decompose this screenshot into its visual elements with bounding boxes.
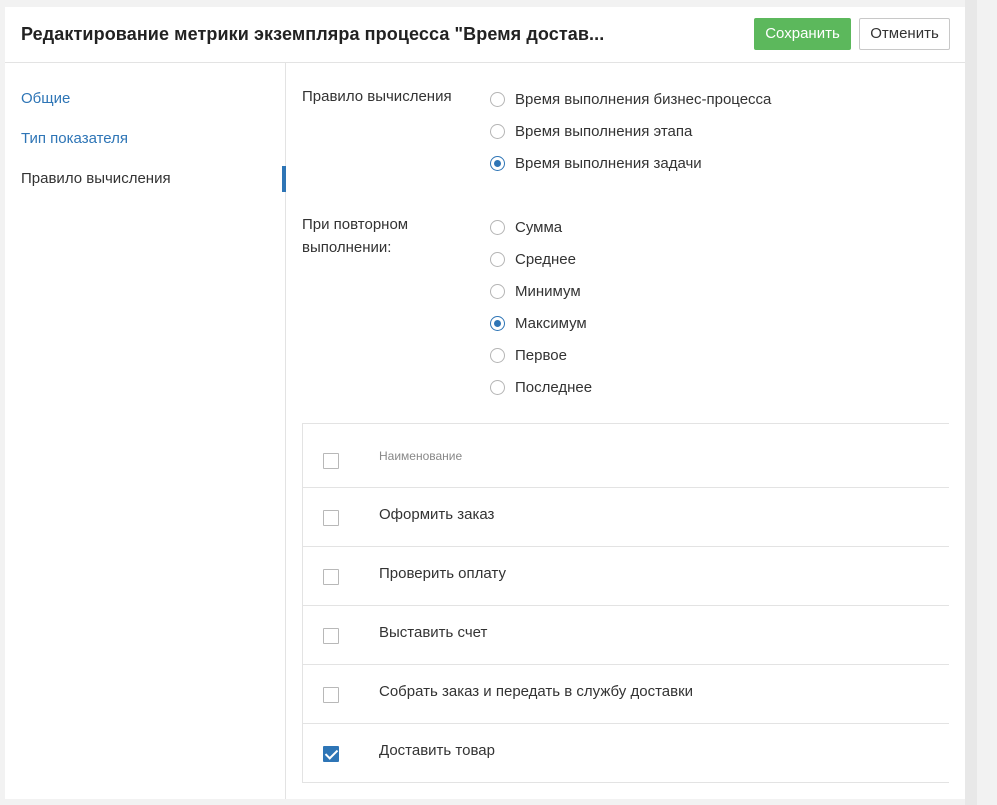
row-name: Доставить товар [379, 742, 495, 759]
main-content: Правило вычисления Время выполнения бизн… [286, 63, 965, 799]
radio-calc-task[interactable]: Время выполнения задачи [490, 153, 702, 173]
row-name: Оформить заказ [379, 506, 495, 523]
radio-label: Сумма [515, 218, 563, 236]
radio-label: Время выполнения задачи [515, 154, 702, 172]
sidebar: Общие Тип показателя Правило вычисления [5, 63, 286, 799]
radio-button[interactable] [490, 347, 505, 363]
cancel-button[interactable]: Отменить [859, 18, 950, 50]
dialog-title: Редактирование метрики экземпляра процес… [21, 24, 605, 44]
radio-label: Первое [515, 346, 567, 364]
radio-label: Среднее [515, 250, 576, 268]
table-row[interactable]: Собрать заказ и передать в службу достав… [303, 665, 949, 724]
sidebar-item-calc-rule[interactable]: Правило вычисления [21, 170, 171, 187]
radio-label: Минимум [515, 282, 581, 300]
row-checkbox[interactable] [323, 746, 339, 762]
radio-repeat-min[interactable]: Минимум [490, 281, 581, 301]
row-checkbox[interactable] [323, 687, 339, 703]
radio-button[interactable] [490, 219, 505, 235]
radio-label: Время выполнения бизнес-процесса [515, 90, 772, 108]
radio-button[interactable] [490, 315, 505, 331]
save-button[interactable]: Сохранить [754, 18, 851, 50]
edit-metric-dialog: Редактирование метрики экземпляра процес… [5, 7, 965, 799]
radio-repeat-average[interactable]: Среднее [490, 249, 576, 269]
repeat-label-line1: При повторном [302, 216, 409, 233]
radio-button[interactable] [490, 155, 505, 171]
row-checkbox[interactable] [323, 628, 339, 644]
table-row[interactable]: Оформить заказ [303, 488, 949, 547]
table-row[interactable]: Проверить оплату [303, 547, 949, 606]
radio-label: Максимум [515, 314, 587, 332]
radio-button[interactable] [490, 91, 505, 107]
tasks-table: Наименование Оформить заказ Проверить оп… [302, 423, 949, 783]
radio-button[interactable] [490, 379, 505, 395]
radio-button[interactable] [490, 251, 505, 267]
table-header-row: Наименование [303, 424, 949, 488]
radio-label: Время выполнения этапа [515, 122, 693, 140]
sidebar-item-general[interactable]: Общие [21, 90, 70, 107]
radio-button[interactable] [490, 123, 505, 139]
window-scrollbar[interactable] [965, 0, 977, 805]
radio-label: Последнее [515, 378, 593, 396]
row-name: Проверить оплату [379, 565, 506, 582]
column-header-name: Наименование [379, 449, 463, 463]
radio-calc-business-process[interactable]: Время выполнения бизнес-процесса [490, 89, 771, 109]
row-checkbox[interactable] [323, 569, 339, 585]
row-checkbox[interactable] [323, 510, 339, 526]
table-row[interactable]: Доставить товар [303, 724, 949, 783]
row-name: Выставить счет [379, 624, 488, 641]
table-row[interactable]: Выставить счет [303, 606, 949, 665]
radio-repeat-sum[interactable]: Сумма [490, 217, 562, 237]
repeat-label-line2: выполнении: [302, 239, 392, 256]
radio-repeat-last[interactable]: Последнее [490, 377, 592, 397]
calc-rule-label: Правило вычисления [302, 88, 452, 105]
dialog-header: Редактирование метрики экземпляра процес… [5, 7, 965, 63]
radio-repeat-first[interactable]: Первое [490, 345, 567, 365]
select-all-checkbox[interactable] [323, 453, 339, 469]
radio-calc-stage[interactable]: Время выполнения этапа [490, 121, 692, 141]
radio-button[interactable] [490, 283, 505, 299]
sidebar-item-indicator-type[interactable]: Тип показателя [21, 130, 128, 147]
row-name: Собрать заказ и передать в службу достав… [379, 683, 694, 700]
radio-repeat-max[interactable]: Максимум [490, 313, 587, 333]
